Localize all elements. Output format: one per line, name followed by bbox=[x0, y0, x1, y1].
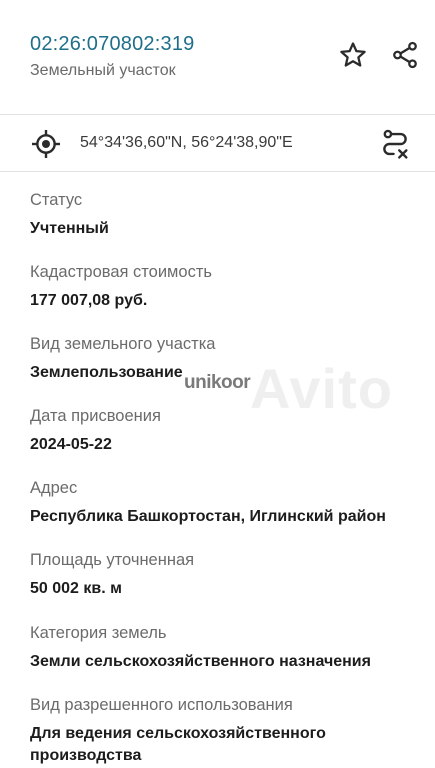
field-cadastral-value: Кадастровая стоимость 177 007,08 руб. bbox=[30, 262, 420, 312]
field-label: Адрес bbox=[30, 479, 78, 497]
object-type: Земельный участок bbox=[30, 62, 176, 79]
object-header: 02:26:070802:319 Земельный участок bbox=[0, 0, 435, 115]
field-area: Площадь уточненная 50 002 кв. м bbox=[30, 550, 420, 600]
field-value: 2024-05-22 bbox=[30, 436, 112, 453]
field-value: Земли сельскохозяйственного назначения bbox=[30, 653, 371, 670]
coordinates-text[interactable]: 54°34'36,60"N, 56°24'38,90"E bbox=[80, 134, 293, 152]
field-value: Республика Башкортостан, Иглинский район bbox=[30, 508, 386, 525]
field-label: Дата присвоения bbox=[30, 407, 161, 425]
share-icon bbox=[393, 41, 417, 69]
favorite-button[interactable] bbox=[336, 38, 370, 72]
field-value: Для ведения сельскохозяйственного произв… bbox=[30, 725, 326, 764]
crosshair-target-icon bbox=[32, 130, 60, 158]
route-clear-icon bbox=[383, 129, 408, 159]
field-label: Категория земель bbox=[30, 624, 167, 642]
locate-button[interactable] bbox=[30, 128, 62, 160]
field-land-type: Вид земельного участка Землепользование bbox=[30, 334, 420, 384]
field-value: Учтенный bbox=[30, 220, 109, 237]
share-button[interactable] bbox=[388, 38, 422, 72]
field-value: 50 002 кв. м bbox=[30, 580, 122, 597]
field-label: Площадь уточненная bbox=[30, 551, 195, 569]
field-status: Статус Учтенный bbox=[30, 190, 420, 240]
route-button[interactable] bbox=[378, 127, 412, 161]
field-label: Вид земельного участка bbox=[30, 335, 216, 353]
field-address: Адрес Республика Башкортостан, Иглинский… bbox=[30, 478, 420, 528]
field-value: Землепользование bbox=[30, 364, 183, 381]
field-value: 177 007,08 руб. bbox=[30, 292, 148, 309]
field-label: Статус bbox=[30, 191, 83, 209]
field-land-category: Категория земель Земли сельскохозяйствен… bbox=[30, 623, 420, 673]
field-assignment-date: Дата присвоения 2024-05-22 bbox=[30, 406, 420, 456]
coordinates-bar: 54°34'36,60"N, 56°24'38,90"E bbox=[0, 116, 435, 172]
field-label: Кадастровая стоимость bbox=[30, 263, 212, 281]
field-label: Вид разрешенного использования bbox=[30, 696, 293, 714]
cadastral-number[interactable]: 02:26:070802:319 bbox=[30, 33, 194, 56]
star-outline-icon bbox=[340, 42, 366, 67]
field-permitted-use: Вид разрешенного использования Для веден… bbox=[30, 695, 420, 767]
